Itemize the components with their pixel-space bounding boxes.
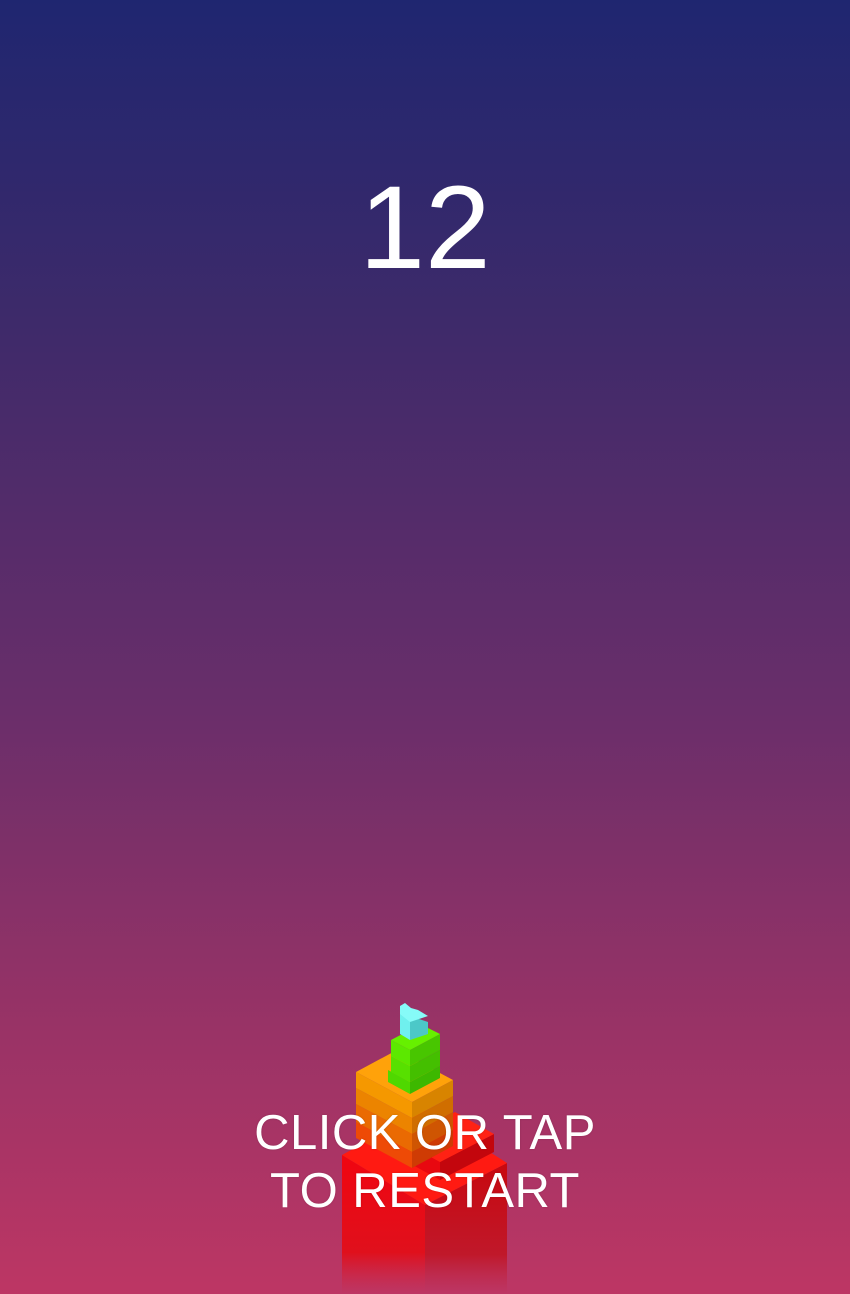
cyan-top-block bbox=[400, 1003, 428, 1040]
game-canvas[interactable]: 12 CLICK OR TAP TO RESTART bbox=[0, 0, 850, 1294]
restart-prompt[interactable]: CLICK OR TAP TO RESTART bbox=[0, 1104, 850, 1220]
restart-prompt-line-1: CLICK OR TAP bbox=[254, 1106, 596, 1160]
restart-prompt-line-2: TO RESTART bbox=[270, 1164, 580, 1218]
block-tower bbox=[342, 1003, 507, 1294]
